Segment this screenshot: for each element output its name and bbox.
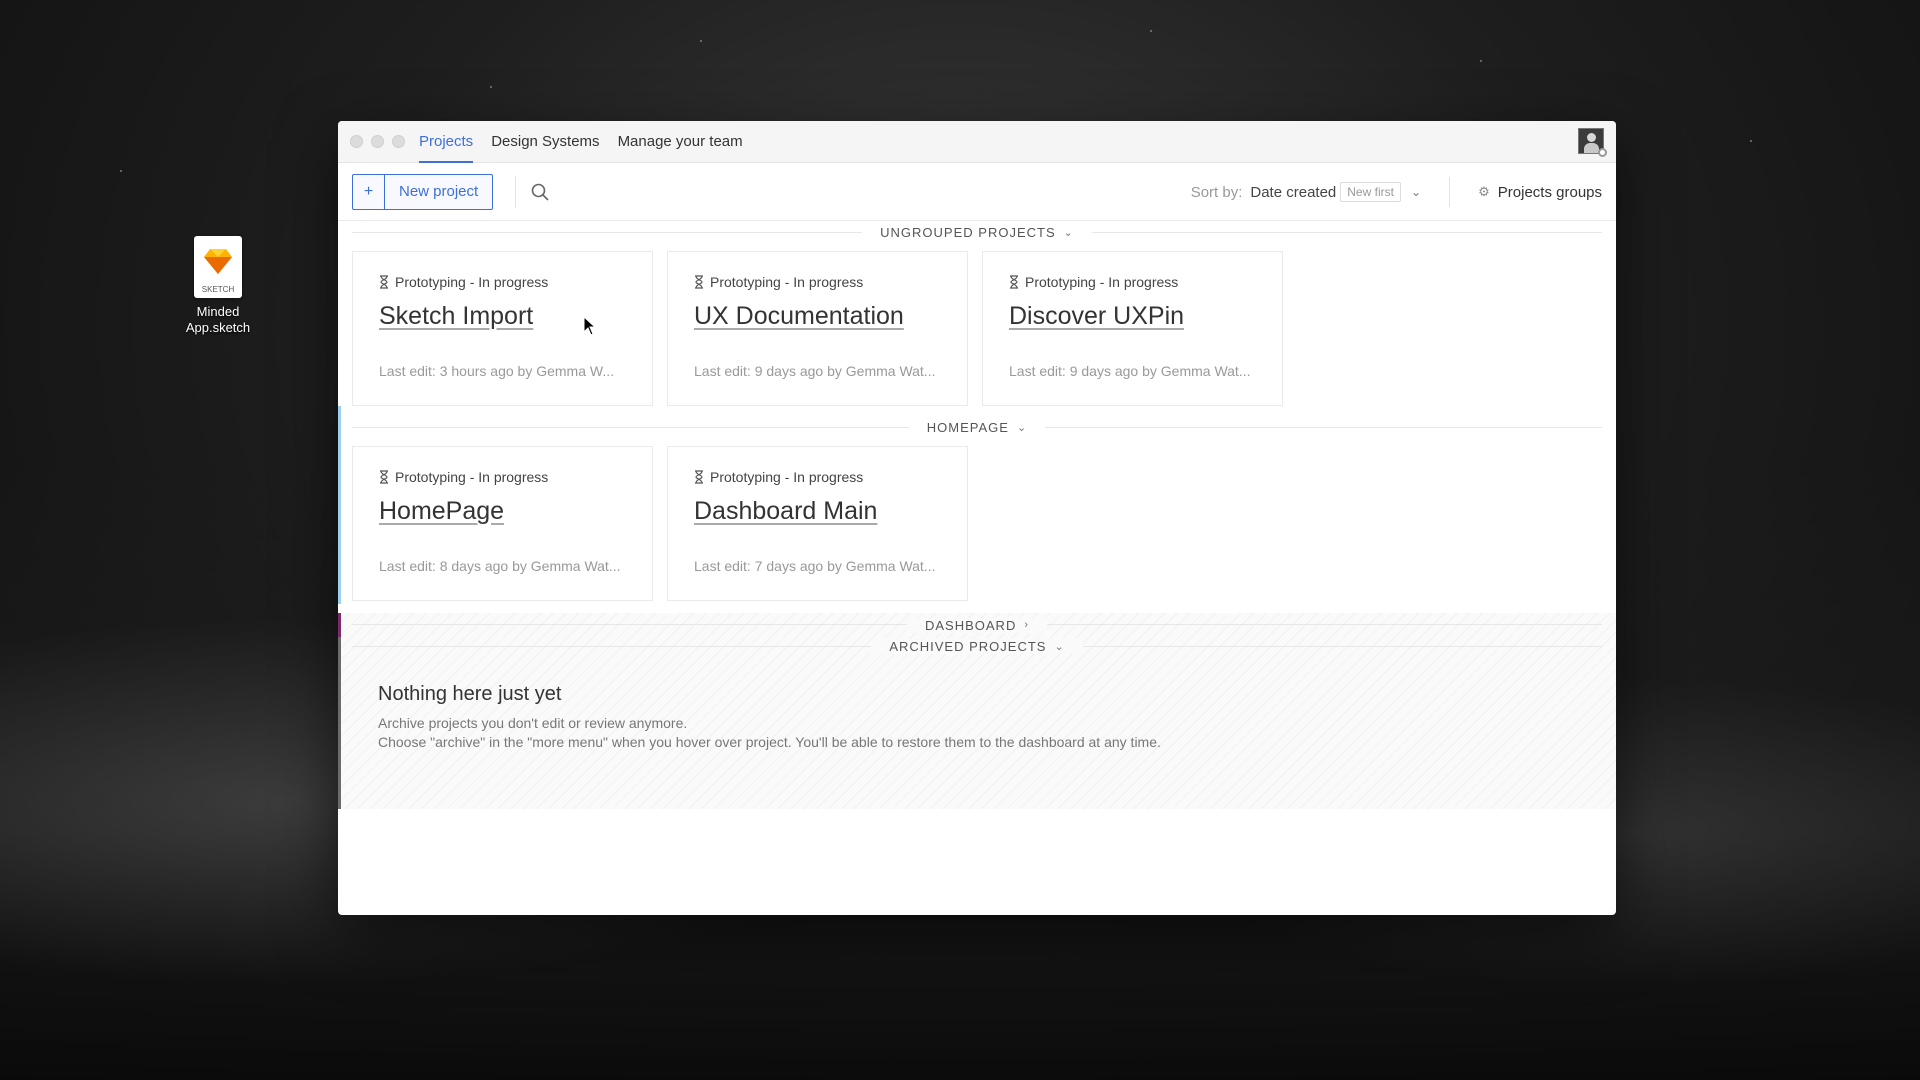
- window-controls: [350, 135, 405, 148]
- project-title[interactable]: Discover UXPin: [1009, 302, 1256, 331]
- ungrouped-cards: Prototyping - In progress Sketch Import …: [338, 251, 1616, 406]
- tab-manage-team[interactable]: Manage your team: [618, 121, 743, 163]
- project-last-edit: Last edit: 7 days ago by Gemma Wat...: [694, 558, 936, 574]
- project-card[interactable]: Prototyping - In progress Dashboard Main…: [667, 446, 968, 601]
- empty-state-heading: Nothing here just yet: [378, 683, 562, 705]
- sketch-file-icon: SKETCH: [194, 236, 242, 298]
- project-last-edit: Last edit: 9 days ago by Gemma Wat...: [1009, 363, 1251, 379]
- project-title[interactable]: HomePage: [379, 497, 626, 526]
- chevron-down-icon: ⌄: [1063, 226, 1074, 239]
- close-window-button[interactable]: [350, 135, 363, 148]
- sort-label: Sort by:: [1190, 183, 1243, 201]
- project-last-edit: Last edit: 3 hours ago by Gemma W...: [379, 363, 614, 379]
- user-avatar[interactable]: [1578, 128, 1607, 157]
- divider: [515, 175, 517, 208]
- gear-icon: ⚙: [1478, 184, 1490, 199]
- tab-projects[interactable]: Projects: [419, 121, 474, 163]
- section-homepage-label: HOMEPAGE: [926, 419, 1009, 435]
- plus-icon: +: [353, 174, 385, 209]
- toolbar: + New project Sort by: Date created New …: [338, 163, 1616, 221]
- projects-groups-label: Projects groups: [1497, 183, 1602, 201]
- sort-order-badge[interactable]: New first: [1340, 182, 1401, 202]
- hourglass-icon: [695, 470, 703, 484]
- desktop-file-name: Minded App.sketch: [185, 304, 251, 335]
- project-card[interactable]: Prototyping - In progress HomePage Last …: [352, 446, 653, 601]
- project-last-edit: Last edit: 8 days ago by Gemma Wat...: [379, 558, 621, 574]
- chevron-down-icon: ⌄: [1016, 421, 1028, 434]
- new-project-label: New project: [399, 183, 479, 200]
- project-last-edit: Last edit: 9 days ago by Gemma Wat...: [694, 363, 936, 379]
- project-status: Prototyping - In progress: [379, 469, 626, 485]
- hourglass-icon: [380, 275, 388, 289]
- section-archived-label: ARCHIVED PROJECTS: [889, 638, 1047, 654]
- minimize-window-button[interactable]: [371, 135, 384, 148]
- group-color-rail: [338, 637, 341, 809]
- sort-value[interactable]: Date created: [1250, 184, 1336, 201]
- project-status: Prototyping - In progress: [694, 274, 941, 290]
- section-ungrouped-label: UNGROUPED PROJECTS: [880, 224, 1056, 240]
- new-project-button[interactable]: + New project: [352, 173, 494, 210]
- zoom-window-button[interactable]: [392, 135, 405, 148]
- archived-projects-area: DASHBOARD › ARCHIVED PROJECTS ⌄ Nothing he…: [338, 613, 1616, 809]
- project-card[interactable]: Prototyping - In progress Sketch Import …: [352, 251, 653, 406]
- section-homepage-header[interactable]: HOMEPAGE ⌄: [338, 416, 1616, 438]
- project-title[interactable]: UX Documentation: [694, 302, 941, 331]
- chevron-right-icon: ›: [1024, 619, 1030, 631]
- section-archived-header[interactable]: ARCHIVED PROJECTS ⌄: [338, 635, 1616, 657]
- homepage-cards: Prototyping - In progress HomePage Last …: [338, 446, 1616, 601]
- empty-state-line-2: Choose "archive" in the "more menu" when…: [378, 734, 1161, 750]
- project-status: Prototyping - In progress: [694, 469, 941, 485]
- app-window: Projects Design Systems Manage your team…: [338, 121, 1616, 915]
- hourglass-icon: [380, 470, 388, 484]
- hourglass-icon: [695, 275, 703, 289]
- chevron-down-icon: ⌄: [1054, 640, 1065, 653]
- tab-design-systems[interactable]: Design Systems: [491, 121, 599, 163]
- project-status: Prototyping - In progress: [1009, 274, 1256, 290]
- file-type-badge: SKETCH: [201, 285, 235, 294]
- divider: [1449, 177, 1450, 207]
- empty-state-line-1: Archive projects you don't edit or revie…: [378, 715, 688, 731]
- sketch-diamond-icon: [204, 249, 232, 274]
- sort-control[interactable]: Sort by: Date created New first ⌄: [1191, 163, 1421, 221]
- mouse-pointer-icon: [583, 316, 597, 336]
- chevron-down-icon[interactable]: ⌄: [1411, 185, 1421, 199]
- hourglass-icon: [1010, 275, 1018, 289]
- project-status: Prototyping - In progress: [379, 274, 626, 290]
- title-bar: Projects Design Systems Manage your team: [338, 121, 1616, 163]
- search-icon[interactable]: [530, 182, 550, 202]
- projects-groups-button[interactable]: ⚙ Projects groups: [1478, 163, 1602, 221]
- project-card[interactable]: Prototyping - In progress UX Documentati…: [667, 251, 968, 406]
- section-dashboard-header[interactable]: DASHBOARD ›: [338, 613, 1616, 635]
- desktop-file-icon[interactable]: SKETCH Minded App.sketch: [178, 236, 258, 336]
- archived-empty-state: Nothing here just yet Archive projects y…: [378, 683, 1161, 752]
- project-card[interactable]: Prototyping - In progress Discover UXPin…: [982, 251, 1283, 406]
- section-dashboard-label: DASHBOARD: [924, 617, 1017, 633]
- section-ungrouped-header[interactable]: UNGROUPED PROJECTS ⌄: [338, 221, 1616, 243]
- project-title[interactable]: Dashboard Main: [694, 497, 941, 526]
- settings-gear-icon: [1598, 148, 1607, 157]
